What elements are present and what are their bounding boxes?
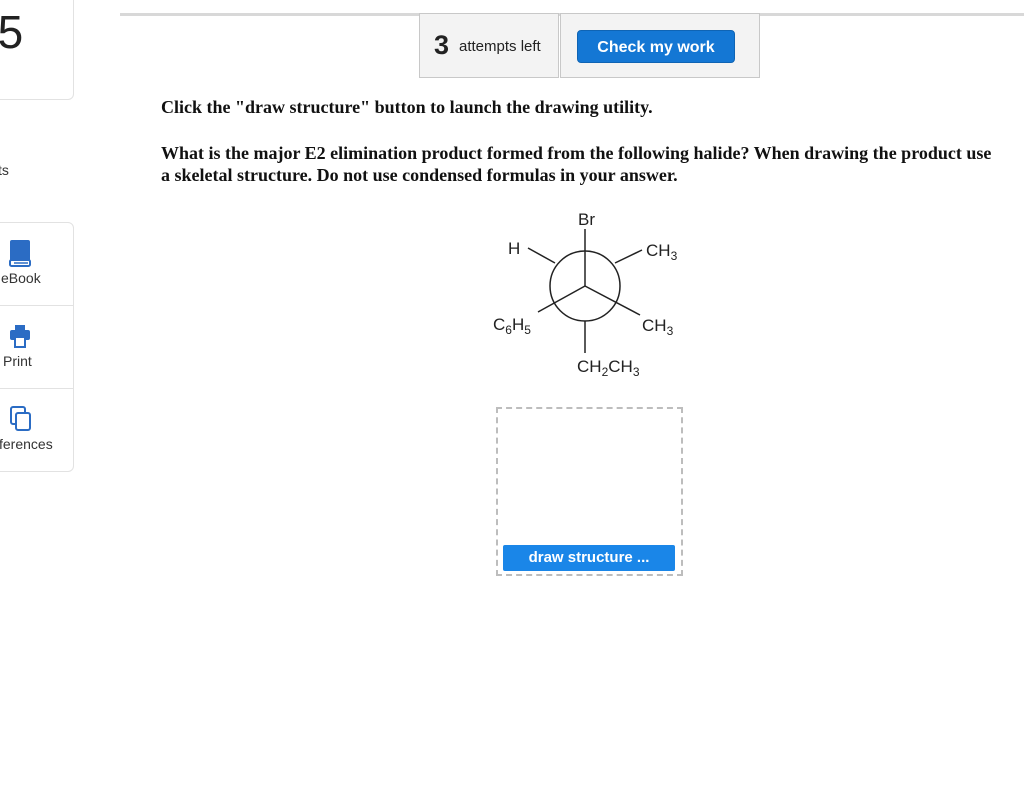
structure-drawing-area[interactable]: draw structure ...: [496, 407, 683, 576]
question-number-card: 15: [0, 0, 74, 100]
question-number: 15: [0, 6, 23, 58]
sidebar-item-label: eBook: [1, 270, 41, 286]
book-icon: [9, 240, 31, 267]
draw-structure-button[interactable]: draw structure ...: [503, 545, 675, 571]
back-top-left-substituent: H: [508, 239, 521, 258]
printer-icon: [10, 325, 30, 348]
attempts-label: attempts left: [459, 38, 541, 55]
front-bottom-right-substituent: CH3: [642, 316, 674, 338]
references-icon: [10, 406, 31, 431]
sidebar-partial-label: ts: [0, 162, 9, 178]
front-top-substituent: Br: [578, 210, 595, 229]
instruction-text: Click the "draw structure" button to lau…: [161, 97, 653, 117]
sidebar-item-print[interactable]: Print: [0, 306, 73, 389]
front-bottom-left-substituent: C6H5: [493, 315, 531, 337]
newman-projection: Br H CH3 C6H5 CH3 CH2CH3: [480, 205, 720, 385]
back-bottom-substituent: CH2CH3: [577, 357, 640, 379]
attempts-count: 3: [434, 30, 450, 60]
sidebar-item-references[interactable]: ferences: [0, 389, 73, 471]
question-prompt: What is the major E2 elimination product…: [161, 143, 992, 185]
attempts-box: 3 attempts left: [419, 13, 559, 78]
sidebar-item-label: ferences: [0, 436, 53, 452]
sidebar-item-label: Print: [3, 353, 32, 369]
sidebar-item-ebook[interactable]: eBook: [0, 223, 73, 306]
check-work-box: Check my work: [560, 13, 760, 78]
check-my-work-button[interactable]: Check my work: [577, 30, 735, 63]
back-top-right-substituent: CH3: [646, 241, 678, 263]
sidebar-tools: eBook Print ferences: [0, 222, 74, 472]
